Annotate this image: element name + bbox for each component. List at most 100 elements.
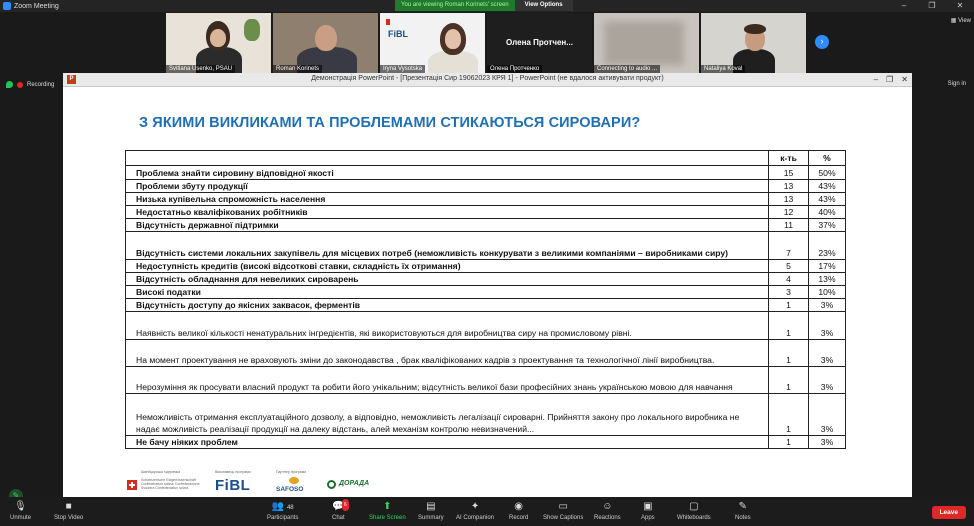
swiss-confederation-text: Schweizerische Eidgenossenschaft Confédé…	[141, 478, 200, 490]
dorada-mark-icon	[327, 480, 336, 489]
stop-video-button[interactable]: ■ Stop Video	[54, 501, 83, 521]
ai-companion-button[interactable]: ✦ AI Companion	[456, 501, 494, 521]
problem-percent: 17%	[808, 259, 846, 273]
problem-percent: 3%	[808, 435, 846, 449]
video-camera-icon: ■	[65, 501, 72, 512]
problem-count: 13	[768, 179, 810, 193]
view-button[interactable]: ▦ View	[951, 17, 971, 24]
table-row: Високі податки 3 10%	[124, 285, 846, 299]
problem-percent: 3%	[808, 393, 846, 436]
participant-tile[interactable]: Svitlana Usenko, PSAU	[166, 13, 271, 73]
problem-percent: 43%	[808, 179, 846, 193]
sign-in-link[interactable]: Sign in	[948, 81, 966, 87]
participant-tile[interactable]: Roman Korinets	[273, 13, 378, 73]
problem-text: Відсутність доступу до якісних заквасок,…	[124, 298, 770, 312]
problem-percent: 37%	[808, 218, 846, 232]
next-page-button[interactable]: ›	[815, 35, 829, 49]
maximize-button[interactable]: ❐	[918, 0, 946, 12]
problem-text: Недоступність кредитів (високі відсотков…	[124, 259, 770, 273]
minimize-button[interactable]: –	[890, 0, 918, 12]
recording-label: Recording	[27, 81, 55, 88]
powerpoint-window-title: Демонстрація PowerPoint - [Презентація С…	[311, 75, 664, 82]
problem-percent: 50%	[808, 165, 846, 180]
table-row: Нерозуміння як просувати власний продукт…	[124, 366, 846, 394]
participants-button[interactable]: 👥 48 Participants	[267, 501, 298, 521]
participant-tile[interactable]: FiBL Iryna Vysotska	[380, 13, 485, 73]
partner-logos: Швейцарська підтримка Schweizerische Eid…	[127, 470, 527, 498]
notes-button[interactable]: ✎ Notes	[735, 501, 751, 521]
problem-percent: 43%	[808, 192, 846, 206]
participant-name: Svitlana Usenko, PSAU	[166, 65, 236, 73]
problem-count: 4	[768, 272, 810, 286]
whiteboard-icon: ▢	[689, 501, 699, 512]
share-screen-button[interactable]: ⬆ Share Screen	[369, 501, 406, 521]
problem-percent: 3%	[808, 298, 846, 312]
problem-count: 5	[768, 259, 810, 273]
security-shield-icon	[6, 81, 13, 88]
safoso-logo: SAFOSO	[276, 486, 304, 493]
dorada-logo: ДОРАДА	[339, 480, 370, 487]
show-captions-button[interactable]: ▭ Show Captions	[543, 501, 583, 521]
close-button[interactable]: ✕	[946, 0, 974, 12]
chat-button[interactable]: 💬 6 Chat	[332, 499, 349, 521]
fibl-background-logo: FiBL	[388, 29, 408, 39]
problem-percent: 40%	[808, 205, 846, 219]
fibl-caption: Виконавець програми	[215, 470, 251, 474]
apps-button[interactable]: ▣ Apps	[641, 501, 655, 521]
problem-percent: 3%	[808, 339, 846, 367]
ppt-minimize-button[interactable]: –	[874, 73, 878, 87]
table-row: Наявність великої кількості ненатуральни…	[124, 311, 846, 340]
participants-icon: 👥 48	[271, 501, 294, 512]
problem-percent: 3%	[808, 311, 846, 340]
problem-count: 1	[768, 298, 810, 312]
recording-indicator[interactable]: Recording	[6, 81, 54, 88]
problem-count: 1	[768, 339, 810, 367]
fibl-logo: FiBL	[215, 477, 251, 494]
participant-name: Nataliya Koval	[701, 65, 746, 73]
problem-count: 1	[768, 366, 810, 394]
column-header-item	[124, 150, 770, 166]
problem-count: 13	[768, 192, 810, 206]
table-row: Відсутність системи локальних закупівель…	[124, 231, 846, 260]
record-button[interactable]: ◉ Record	[509, 501, 528, 521]
microphone-muted-icon: 🎙	[14, 501, 27, 512]
ai-companion-icon: ✦	[470, 501, 480, 512]
meeting-toolbar: 🎙 Unmute ■ Stop Video 👥 48 Participants …	[0, 497, 974, 526]
participant-tile[interactable]: Connecting to audio ...	[594, 13, 699, 73]
recording-dot-icon	[17, 81, 23, 88]
whiteboards-button[interactable]: ▢ Whiteboards	[677, 501, 711, 521]
table-row: Неможливість отримання експлуатаційного …	[124, 393, 846, 436]
problem-text: Нерозуміння як просувати власний продукт…	[124, 366, 770, 394]
share-screen-icon: ⬆	[383, 501, 392, 512]
reactions-button[interactable]: ☺ Reactions	[594, 501, 621, 521]
participant-tile[interactable]: Олена Протчен... Олена Протченко	[487, 13, 592, 73]
problem-text: Відсутність державної підтримки	[124, 218, 770, 232]
view-options-button[interactable]: View Options	[514, 0, 573, 11]
powerpoint-window-controls: – ❐ ✕	[874, 73, 908, 87]
problem-text: Проблема знайти сировину відповідної яко…	[124, 165, 770, 180]
participant-name: Roman Korinets	[273, 65, 323, 73]
problem-text: Проблеми збуту продукції	[124, 179, 770, 193]
problem-text: Високі податки	[124, 285, 770, 299]
problem-text: Неможливість отримання експлуатаційного …	[124, 393, 770, 436]
window-title: Zoom Meeting	[14, 2, 59, 10]
participant-tile[interactable]: Nataliya Koval	[701, 13, 806, 73]
app-title: Zoom Meeting	[3, 2, 59, 10]
ppt-close-button[interactable]: ✕	[901, 73, 908, 87]
table-row: Відсутність обладнання для невеликих сир…	[124, 272, 846, 286]
table-row: Відсутність державної підтримки 11 37%	[124, 218, 846, 232]
ppt-restore-button[interactable]: ❐	[886, 73, 893, 87]
table-row: Не бачу ніяких проблем 1 3%	[124, 435, 846, 449]
apps-icon: ▣	[643, 501, 653, 512]
problem-percent: 23%	[808, 231, 846, 260]
problem-count: 1	[768, 311, 810, 340]
chat-icon: 💬 6	[332, 499, 349, 512]
swiss-flag-icon	[127, 480, 137, 490]
leave-button[interactable]: Leave	[931, 506, 966, 519]
summary-button[interactable]: ▤ Summary	[418, 501, 444, 521]
problem-count: 1	[768, 393, 810, 436]
participant-name-card: Олена Протчен...	[506, 38, 573, 47]
unmute-button[interactable]: 🎙 Unmute	[10, 501, 31, 521]
chat-badge: 6	[341, 499, 349, 511]
record-icon: ◉	[514, 501, 524, 512]
